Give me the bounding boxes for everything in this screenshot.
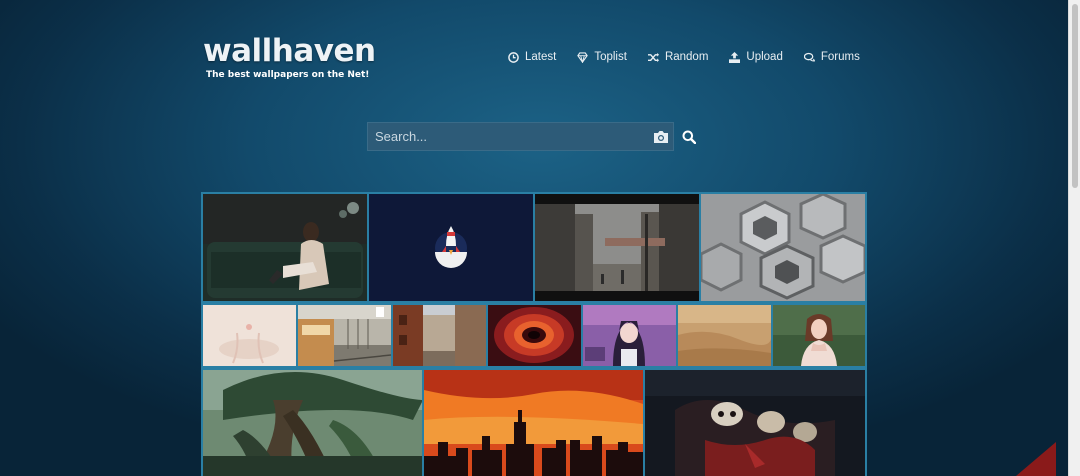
wallpaper-grid [201, 192, 867, 476]
wallpaper-giant-tree[interactable] [203, 370, 422, 476]
diamond-icon [577, 51, 589, 63]
nav-upload[interactable]: Upload [729, 51, 783, 63]
wallpaper-pale-abstract[interactable] [203, 305, 296, 366]
search-icon[interactable] [682, 130, 696, 144]
nav-latest-label: Latest [525, 51, 557, 63]
nav-forums[interactable]: Forums [803, 51, 860, 63]
search-box [367, 122, 674, 151]
wallpaper-city-street[interactable] [535, 194, 699, 301]
wallpaper-skull-art[interactable] [645, 370, 865, 476]
wallpaper-anime-girl[interactable] [583, 305, 676, 366]
nav-toplist-label: Toplist [594, 51, 627, 63]
wallpaper-train-station[interactable] [298, 305, 391, 366]
page: wallhaven The best wallpapers on the Net… [0, 0, 1068, 476]
site-logo[interactable]: wallhaven The best wallpapers on the Net… [203, 34, 376, 80]
wallpaper-red-vortex[interactable] [488, 305, 581, 366]
nav-toplist[interactable]: Toplist [577, 51, 627, 63]
nav-random-label: Random [664, 51, 709, 63]
nav-latest[interactable]: Latest [508, 51, 556, 63]
scrollbar[interactable] [1068, 0, 1080, 476]
wallpaper-woman-on-sofa[interactable] [203, 194, 367, 301]
clock-icon [508, 51, 519, 63]
chat-icon [803, 52, 815, 62]
wallpaper-rocket-minimal[interactable] [369, 194, 533, 301]
upload-icon [729, 51, 741, 63]
main-nav: Latest Toplist Random Upload Forums [508, 51, 860, 63]
logo-tagline: The best wallpapers on the Net! [206, 70, 370, 80]
search-input[interactable] [368, 123, 643, 150]
shuffle-icon [647, 52, 659, 62]
scrollbar-thumb[interactable] [1072, 4, 1078, 188]
logo-title: wallhaven [203, 33, 376, 69]
wallpaper-hexagon-metal[interactable] [701, 194, 865, 301]
corner-ribbon [1016, 442, 1056, 476]
nav-upload-label: Upload [746, 51, 783, 63]
camera-icon[interactable] [653, 130, 669, 144]
nav-forums-label: Forums [820, 51, 860, 63]
wallpaper-desert-sand[interactable] [678, 305, 771, 366]
nav-random[interactable]: Random [647, 51, 709, 63]
wallpaper-sunset-skyline[interactable] [424, 370, 643, 476]
wallpaper-alley-buildings[interactable] [393, 305, 486, 366]
wallpaper-woman-portrait[interactable] [773, 305, 865, 366]
